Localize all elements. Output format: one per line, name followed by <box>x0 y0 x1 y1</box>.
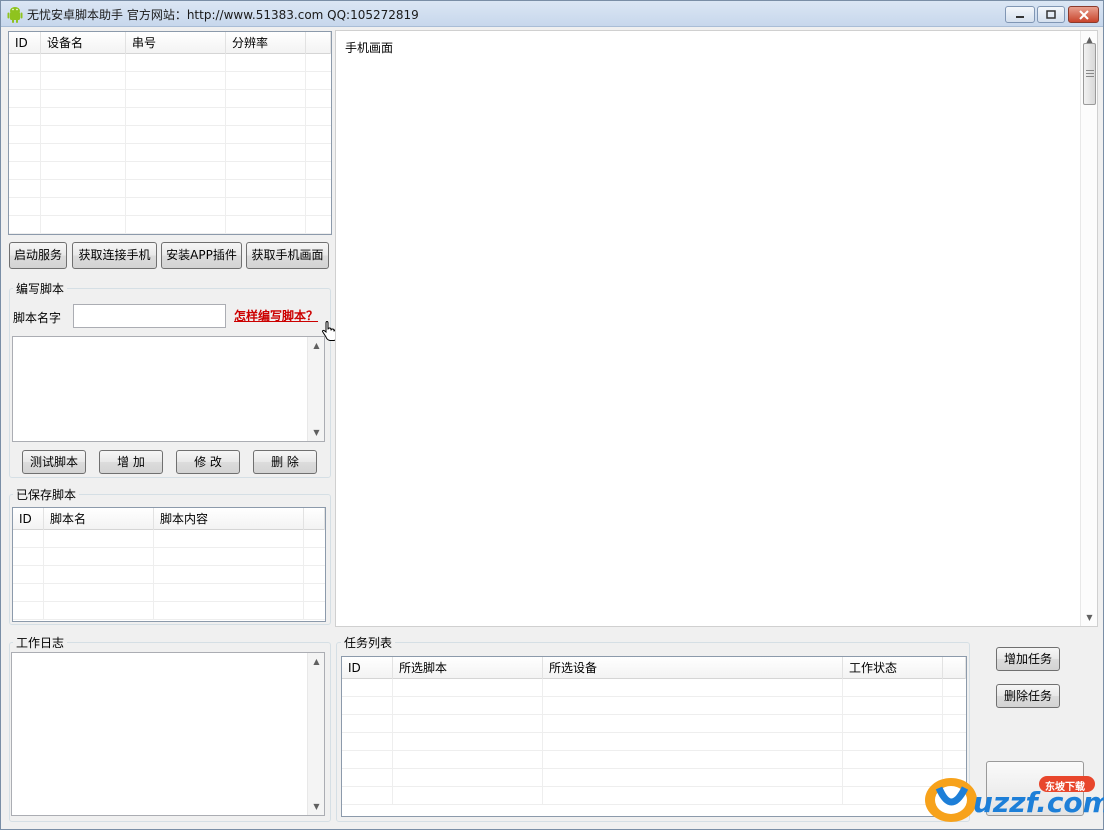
column-header-script-name[interactable]: 脚本名 <box>44 508 154 530</box>
column-header-resolution[interactable]: 分辨率 <box>226 32 306 54</box>
help-link[interactable]: 怎样编写脚本？ <box>234 307 318 324</box>
column-header-id[interactable]: ID <box>13 508 44 530</box>
table-row <box>9 162 331 180</box>
table-row <box>342 751 966 769</box>
minimize-icon <box>1016 15 1024 18</box>
maximize-icon <box>1046 10 1056 19</box>
script-name-input[interactable] <box>73 304 226 328</box>
work-log-textarea[interactable]: ▲ ▼ <box>11 652 325 816</box>
table-row <box>9 198 331 216</box>
table-row <box>9 90 331 108</box>
phone-screen-panel[interactable]: 手机画面 ▲ ▼ <box>335 30 1098 627</box>
watermark-badge: 东坡下载 <box>1045 782 1085 793</box>
edit-script-label: 编写脚本 <box>13 280 68 297</box>
task-list-header: ID 所选脚本 所选设备 工作状态 <box>342 657 966 679</box>
table-row <box>342 733 966 751</box>
install-plugin-button[interactable]: 安装APP插件 <box>161 242 242 269</box>
table-row <box>13 584 325 602</box>
task-list-label: 任务列表 <box>341 634 396 651</box>
script-content-textarea[interactable]: ▲ ▼ <box>12 336 325 442</box>
script-name-label: 脚本名字 <box>13 311 62 325</box>
script-content-scrollbar[interactable]: ▲ ▼ <box>307 337 324 441</box>
close-icon <box>1078 9 1089 20</box>
table-row <box>342 715 966 733</box>
saved-scripts-body[interactable] <box>13 530 325 621</box>
thumb-grip-icon <box>1086 70 1094 77</box>
modify-script-button[interactable]: 修 改 <box>176 450 240 474</box>
maximize-button[interactable] <box>1037 6 1065 23</box>
table-row <box>13 602 325 620</box>
device-list-header: ID 设备名 串号 分辨率 <box>9 32 331 54</box>
column-header-id[interactable]: ID <box>9 32 41 54</box>
table-row <box>13 530 325 548</box>
table-row <box>342 679 966 697</box>
table-row <box>9 216 331 234</box>
device-list-body[interactable] <box>9 54 331 234</box>
saved-scripts-label: 已保存脚本 <box>13 486 80 503</box>
window-title: 无忧安卓脚本助手 官方网站：http://www.51383.com QQ:10… <box>27 8 419 22</box>
scroll-down-icon[interactable]: ▼ <box>1081 609 1098 626</box>
test-script-button[interactable]: 测试脚本 <box>22 450 86 474</box>
table-row <box>13 566 325 584</box>
column-header-status[interactable]: 工作状态 <box>843 657 943 679</box>
column-header-selected-device[interactable]: 所选设备 <box>543 657 843 679</box>
close-button[interactable] <box>1068 6 1099 23</box>
scroll-up-icon[interactable]: ▲ <box>308 337 325 354</box>
add-task-button[interactable]: 增加任务 <box>996 647 1060 671</box>
minimize-button[interactable] <box>1005 6 1035 23</box>
start-service-button[interactable]: 启动服务 <box>9 242 67 269</box>
scroll-down-icon[interactable]: ▼ <box>308 798 325 815</box>
app-window: 无忧安卓脚本助手 官方网站：http://www.51383.com QQ:10… <box>0 0 1104 830</box>
table-row <box>9 72 331 90</box>
scroll-down-icon[interactable]: ▼ <box>308 424 325 441</box>
uzzf-watermark: uzzf.com 东坡下载 <box>921 766 1104 826</box>
get-phones-button[interactable]: 获取连接手机 <box>72 242 157 269</box>
table-row <box>9 180 331 198</box>
phone-screen-title: 手机画面 <box>345 41 394 55</box>
column-header-device-name[interactable]: 设备名 <box>41 32 126 54</box>
task-list-body[interactable] <box>342 679 966 816</box>
scroll-up-icon[interactable]: ▲ <box>308 653 325 670</box>
android-icon <box>7 7 23 23</box>
saved-scripts-header: ID 脚本名 脚本内容 <box>13 508 325 530</box>
saved-scripts-list[interactable]: ID 脚本名 脚本内容 <box>12 507 326 622</box>
column-header-id[interactable]: ID <box>342 657 393 679</box>
table-row <box>9 126 331 144</box>
table-row <box>9 144 331 162</box>
device-list[interactable]: ID 设备名 串号 分辨率 <box>8 31 332 235</box>
table-row <box>342 697 966 715</box>
column-header-selected-script[interactable]: 所选脚本 <box>393 657 543 679</box>
table-row <box>342 787 966 805</box>
table-row <box>13 548 325 566</box>
column-header-script-content[interactable]: 脚本内容 <box>154 508 304 530</box>
table-row <box>9 108 331 126</box>
title-bar[interactable]: 无忧安卓脚本助手 官方网站：http://www.51383.com QQ:10… <box>1 1 1103 27</box>
delete-script-button[interactable]: 删 除 <box>253 450 317 474</box>
table-row <box>342 769 966 787</box>
column-header-serial[interactable]: 串号 <box>126 32 226 54</box>
add-script-button[interactable]: 增 加 <box>99 450 163 474</box>
task-list[interactable]: ID 所选脚本 所选设备 工作状态 <box>341 656 967 817</box>
delete-task-button[interactable]: 删除任务 <box>996 684 1060 708</box>
work-log-scrollbar[interactable]: ▲ ▼ <box>307 653 324 815</box>
table-row <box>9 54 331 72</box>
column-header-filler <box>304 508 325 530</box>
work-log-label: 工作日志 <box>13 634 68 651</box>
phone-screen-scrollbar[interactable]: ▲ ▼ <box>1080 31 1097 626</box>
column-header-filler <box>943 657 966 679</box>
scroll-thumb[interactable] <box>1083 43 1096 105</box>
get-screen-button[interactable]: 获取手机画面 <box>246 242 329 269</box>
column-header-filler <box>306 32 331 54</box>
